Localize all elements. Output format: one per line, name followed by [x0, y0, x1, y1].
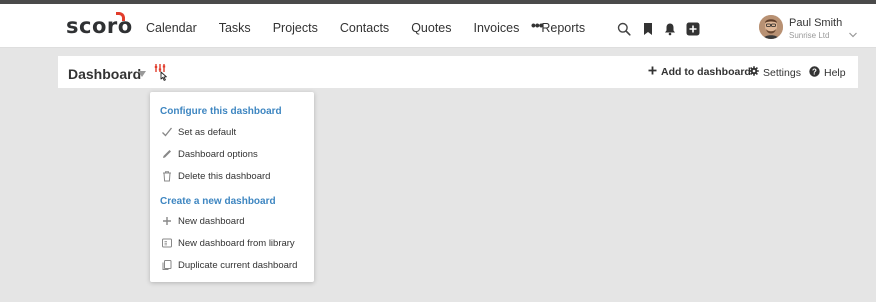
caret-down-icon[interactable] — [138, 71, 146, 77]
nav-tasks[interactable]: Tasks — [219, 21, 251, 35]
chevron-down-icon[interactable] — [848, 26, 858, 38]
help-icon: ? — [809, 66, 820, 80]
nav-quotes[interactable]: Quotes — [411, 21, 451, 35]
top-navigation: scoro Calendar Tasks Projects Contacts Q… — [0, 4, 876, 48]
menu-item-label: Dashboard options — [178, 148, 258, 160]
create-dashboard-heading: Create a new dashboard — [160, 196, 276, 207]
nav-reports[interactable]: Reports — [541, 21, 585, 35]
checkmark-icon — [160, 126, 173, 139]
nav-invoices[interactable]: Invoices — [474, 21, 520, 35]
plus-icon — [648, 66, 657, 78]
duplicate-icon — [160, 259, 173, 272]
menu-item-set-as-default[interactable]: Set as default — [160, 125, 236, 139]
menu-item-label: Duplicate current dashboard — [178, 259, 298, 271]
dashboard-toolbar: Dashboard Add to dashboard Settings ? He… — [58, 56, 858, 88]
menu-item-label: Set as default — [178, 126, 237, 138]
menu-item-dashboard-options[interactable]: Dashboard options — [160, 147, 258, 161]
logo-mark-icon — [116, 12, 125, 21]
user-name[interactable]: Paul Smith — [789, 17, 842, 29]
configure-dashboard-icon[interactable] — [154, 63, 170, 81]
menu-item-label: New dashboard from library — [178, 237, 295, 249]
search-icon[interactable] — [617, 22, 631, 36]
library-icon — [160, 237, 173, 250]
menu-item-label: New dashboard — [178, 215, 245, 227]
menu-item-delete-dashboard[interactable]: Delete this dashboard — [160, 169, 270, 183]
add-to-dashboard-button[interactable]: Add to dashboard — [648, 66, 751, 78]
more-menu-icon[interactable]: ••• — [531, 17, 544, 33]
dashboard-config-menu: Configure this dashboard Set as default … — [150, 92, 314, 282]
trash-icon — [160, 170, 173, 183]
menu-item-label: Delete this dashboard — [178, 170, 271, 182]
menu-item-new-from-library[interactable]: New dashboard from library — [160, 236, 295, 250]
pencil-icon — [160, 148, 173, 161]
nav-projects[interactable]: Projects — [273, 21, 318, 35]
settings-label: Settings — [763, 66, 801, 79]
plus-icon — [160, 215, 173, 228]
help-button[interactable]: ? Help — [809, 66, 846, 80]
menu-item-new-dashboard[interactable]: New dashboard — [160, 214, 245, 228]
nav-calendar[interactable]: Calendar — [146, 21, 197, 35]
page-title[interactable]: Dashboard — [68, 66, 141, 82]
configure-dashboard-heading: Configure this dashboard — [160, 106, 282, 117]
gear-icon — [749, 66, 759, 79]
nav-contacts[interactable]: Contacts — [340, 21, 389, 35]
avatar[interactable] — [759, 15, 783, 39]
add-to-dashboard-label: Add to dashboard — [661, 66, 751, 78]
settings-button[interactable]: Settings — [749, 66, 801, 79]
menu-item-duplicate-dashboard[interactable]: Duplicate current dashboard — [160, 258, 297, 272]
bookmark-icon[interactable] — [641, 22, 655, 36]
bell-icon[interactable] — [663, 22, 677, 36]
help-label: Help — [824, 67, 846, 79]
svg-text:?: ? — [812, 67, 817, 76]
add-icon[interactable] — [686, 22, 700, 36]
user-company: Sunrise Ltd — [789, 31, 830, 40]
